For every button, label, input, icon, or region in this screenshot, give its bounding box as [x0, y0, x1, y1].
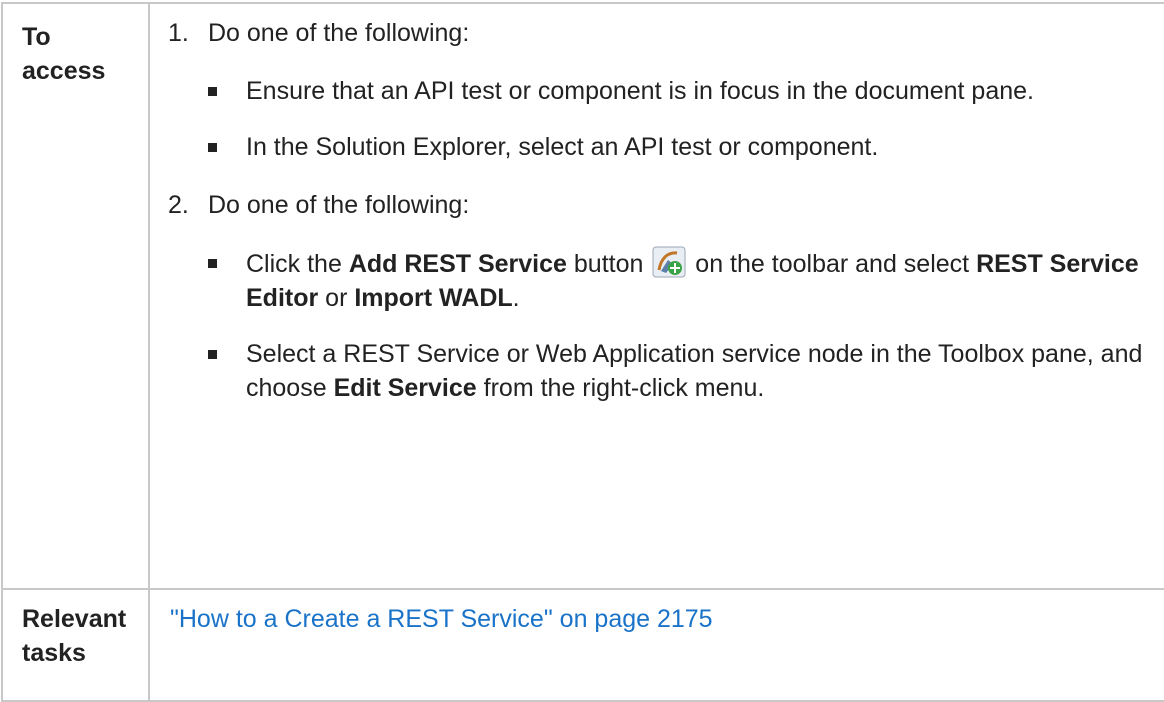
- list-item: Click the Add REST Service button on the…: [188, 246, 1159, 315]
- bold-term: Edit Service: [333, 374, 477, 402]
- relevant-task-link[interactable]: "How to a Create a REST Service" on page…: [170, 605, 713, 633]
- access-label-line2: access: [22, 57, 106, 85]
- list-item-text: In the Solution Explorer, select an API …: [246, 133, 879, 161]
- access-content: 1. Do one of the following: Ensure that …: [148, 2, 1164, 590]
- list-item-text: Click the Add REST Service button on the…: [246, 246, 1139, 312]
- text-segment: Click the: [246, 250, 349, 278]
- step-text: Do one of the following:: [208, 191, 470, 219]
- list-item: Ensure that an API test or component is …: [188, 74, 1159, 108]
- access-row: To access 1. Do one of the following: En…: [1, 2, 1164, 590]
- step-1: 1. Do one of the following:: [150, 16, 1164, 50]
- text-segment: from the right-click menu.: [476, 374, 765, 402]
- bullet-icon: [208, 87, 217, 96]
- access-label-line1: To: [22, 23, 51, 51]
- bold-term: Import WADL: [354, 284, 513, 312]
- step-number: 1.: [168, 19, 189, 47]
- add-rest-service-icon: [652, 246, 686, 278]
- access-label: To access: [1, 2, 150, 590]
- bullet-icon: [208, 143, 217, 152]
- step-2: 2. Do one of the following:: [150, 188, 1164, 222]
- text-segment: .: [512, 284, 520, 312]
- bullet-icon: [208, 259, 217, 268]
- list-item-text: Ensure that an API test or component is …: [246, 77, 1034, 105]
- tasks-content: "How to a Create a REST Service" on page…: [148, 588, 1164, 702]
- list-item: Select a REST Service or Web Application…: [188, 337, 1159, 405]
- step-number: 2.: [168, 191, 189, 219]
- tasks-label-line1: Relevant: [22, 605, 127, 633]
- text-segment: on the toolbar and select: [688, 250, 977, 278]
- text-segment: or: [318, 284, 355, 312]
- bold-term: Add REST Service: [348, 250, 567, 278]
- text-segment: button: [566, 250, 651, 278]
- list-item-text: Select a REST Service or Web Application…: [246, 340, 1142, 402]
- tasks-row: Relevant tasks "How to a Create a REST S…: [1, 588, 1164, 702]
- tasks-label-line2: tasks: [22, 639, 86, 667]
- step-text: Do one of the following:: [208, 19, 470, 47]
- info-table: To access 1. Do one of the following: En…: [1, 2, 1164, 702]
- bullet-icon: [208, 350, 217, 359]
- list-item: In the Solution Explorer, select an API …: [188, 130, 1159, 164]
- tasks-label: Relevant tasks: [1, 588, 150, 702]
